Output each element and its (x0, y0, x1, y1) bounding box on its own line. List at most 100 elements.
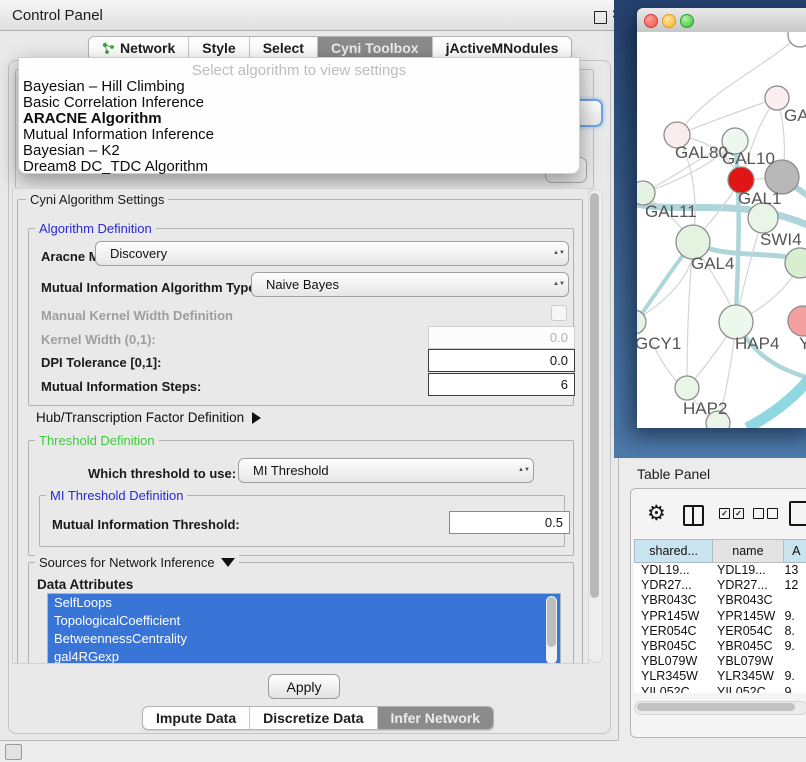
node-label: GAL10 (722, 149, 775, 168)
aracne-mode-value: Discovery (96, 246, 550, 261)
zoom-traffic-light-icon[interactable] (680, 14, 694, 28)
dpi-tolerance-value: 0.0 (550, 353, 568, 368)
node-label: GAL11 (645, 202, 697, 221)
deselect-all-columns-icon[interactable] (753, 508, 778, 519)
table-panel-title: Table Panel (637, 466, 710, 482)
kernel-width-value: 0.0 (550, 330, 568, 345)
mi-algorithm-type-value: Naive Bayes (252, 277, 550, 292)
mi-algorithm-type-combobox[interactable]: Naive Bayes ▲▼ (251, 272, 569, 297)
threshold-definition-title: Threshold Definition (35, 433, 159, 448)
table-horizontal-scrollbar[interactable] (634, 701, 806, 715)
mi-threshold-group-title: MI Threshold Definition (46, 488, 187, 503)
tab-infer-network[interactable]: Infer Network (378, 707, 493, 729)
list-item-selfloops[interactable]: SelfLoops (48, 594, 560, 612)
cyni-settings-scrollpane: Cyni Algorithm Settings Algorithm Defini… (12, 188, 589, 664)
algorithm-option-aracne[interactable]: ARACNE Algorithm (19, 111, 579, 127)
mi-steps-label: Mutual Information Steps: (41, 379, 201, 394)
network-node-y[interactable] (788, 306, 806, 336)
select-all-columns-icon[interactable]: ✓ ✓ (719, 508, 744, 519)
settings-scrollbar[interactable] (588, 189, 603, 663)
tab-discretize-data[interactable]: Discretize Data (250, 707, 377, 729)
dpi-tolerance-field[interactable]: 0.0 (428, 349, 575, 372)
manual-kernel-width-checkbox[interactable] (551, 305, 567, 321)
kernel-width-field[interactable]: 0.0 (428, 326, 575, 349)
apply-button[interactable]: Apply (268, 674, 340, 699)
tab-style[interactable]: Style (189, 37, 249, 59)
sources-expander[interactable]: Sources for Network Inference (35, 555, 239, 570)
column-header-label: shared... (649, 544, 698, 558)
gear-icon[interactable]: ⚙ (647, 501, 666, 526)
cyni-algorithm-settings-group: Cyni Algorithm Settings Algorithm Defini… (17, 199, 583, 664)
table-row[interactable]: YBL079WYBL079W (634, 654, 806, 669)
network-node[interactable] (785, 248, 806, 278)
network-canvas[interactable]: GAL GAL80 GAL10 GAL1 GAL11 GAL4 SWI4 GCY… (637, 32, 806, 428)
network-node-hap2[interactable] (675, 376, 699, 400)
tab-impute-data-label: Impute Data (156, 710, 236, 726)
network-window-titlebar[interactable] (637, 8, 806, 33)
export-table-icon[interactable] (789, 501, 806, 526)
table-panel-window: ⚙ ✓ ✓ shared... name A YDL19...YDL19...1… (630, 488, 806, 738)
checked-box-icon: ✓ (733, 508, 744, 519)
column-header-label: A (792, 544, 800, 558)
node-label: GAL80 (675, 143, 728, 162)
list-item-gal4rgexp[interactable]: gal4RGexp (48, 648, 560, 664)
table-row[interactable]: YPR145WYPR145W9. (634, 609, 806, 624)
stepper-arrows-icon: ▲▼ (515, 468, 533, 473)
tab-infer-network-label: Infer Network (391, 710, 480, 726)
table-row[interactable]: YDR27...YDR27...12 (634, 578, 806, 593)
algorithm-definition-title: Algorithm Definition (35, 221, 156, 236)
table-row[interactable]: YDL19...YDL19...13 (634, 563, 806, 578)
manual-kernel-width-label: Manual Kernel Width Definition (41, 308, 233, 323)
minimize-traffic-light-icon[interactable] (662, 14, 676, 28)
algorithm-option-mutual-information[interactable]: Mutual Information Inference (19, 127, 579, 143)
node-label: HAP2 (683, 399, 727, 418)
control-panel-title: Control Panel (12, 7, 103, 24)
list-item-betweennesscentrality[interactable]: BetweennessCentrality (48, 630, 560, 648)
checked-box-icon: ✓ (719, 508, 730, 519)
expand-right-icon (252, 412, 261, 424)
tab-style-label: Style (202, 40, 235, 56)
algorithm-option-bayesian-hill-climbing[interactable]: Bayesian – Hill Climbing (19, 79, 579, 95)
table-row[interactable]: YLR345WYLR345W9. (634, 669, 806, 684)
which-threshold-combobox[interactable]: MI Threshold ▲▼ (238, 458, 534, 483)
panel-grip-icon[interactable] (5, 744, 22, 760)
tab-jactivemnodules[interactable]: jActiveMNodules (433, 37, 572, 59)
node-label: HAP4 (735, 334, 779, 353)
mi-threshold-field[interactable]: 0.5 (449, 511, 570, 534)
tab-impute-data[interactable]: Impute Data (143, 707, 250, 729)
close-traffic-light-icon[interactable] (644, 14, 658, 28)
mi-steps-field[interactable]: 6 (428, 373, 575, 396)
attributes-list-scrollbar[interactable] (546, 596, 557, 664)
table-header-row: shared... name A (634, 539, 806, 563)
table-row[interactable]: YBR043CYBR043C (634, 593, 806, 608)
column-header-name[interactable]: name (713, 539, 783, 563)
float-window-icon[interactable] (594, 11, 607, 24)
table-row[interactable]: YBR045CYBR045C9. (634, 639, 806, 654)
table-horizontal-scroll-thumb[interactable] (637, 703, 795, 711)
split-columns-icon[interactable] (683, 505, 704, 526)
algorithm-option-bayesian-k2[interactable]: Bayesian – K2 (19, 143, 579, 159)
sources-title: Sources for Network Inference (39, 555, 215, 570)
algorithm-dropdown-popup: Select algorithm to view settings Bayesi… (18, 57, 580, 174)
table-row[interactable]: YER054CYER054C8. (634, 624, 806, 639)
expand-down-icon (221, 558, 235, 567)
attributes-list-scroll-thumb[interactable] (547, 597, 556, 647)
settings-scroll-thumb[interactable] (590, 193, 599, 598)
tab-discretize-data-label: Discretize Data (263, 710, 363, 726)
algorithm-option-dream8[interactable]: Dream8 DC_TDC Algorithm (19, 159, 579, 175)
algorithm-definition-group: Algorithm Definition Aracne Mode: Discov… (28, 228, 574, 406)
column-header-shared-name[interactable]: shared... (634, 539, 713, 563)
table-row[interactable]: YIL052CYIL052C9 (634, 685, 806, 693)
data-attributes-list: SelfLoops TopologicalCoefficient Between… (47, 593, 561, 664)
list-item-topologicalcoefficient[interactable]: TopologicalCoefficient (48, 612, 560, 630)
tab-cyni-toolbox[interactable]: Cyni Toolbox (318, 37, 433, 59)
algorithm-option-basic-correlation[interactable]: Basic Correlation Inference (19, 95, 579, 111)
network-node[interactable] (788, 32, 806, 47)
aracne-mode-combobox[interactable]: Discovery ▲▼ (95, 241, 569, 266)
tab-select[interactable]: Select (250, 37, 318, 59)
sources-group: Sources for Network Inference Data Attri… (28, 562, 574, 664)
hub-definition-expander[interactable]: Hub/Transcription Factor Definition (36, 410, 261, 425)
control-panel-titlebar: Control Panel ✖ (0, 0, 618, 31)
column-header-partial[interactable]: A (784, 539, 806, 563)
tab-network[interactable]: Network (89, 37, 189, 59)
